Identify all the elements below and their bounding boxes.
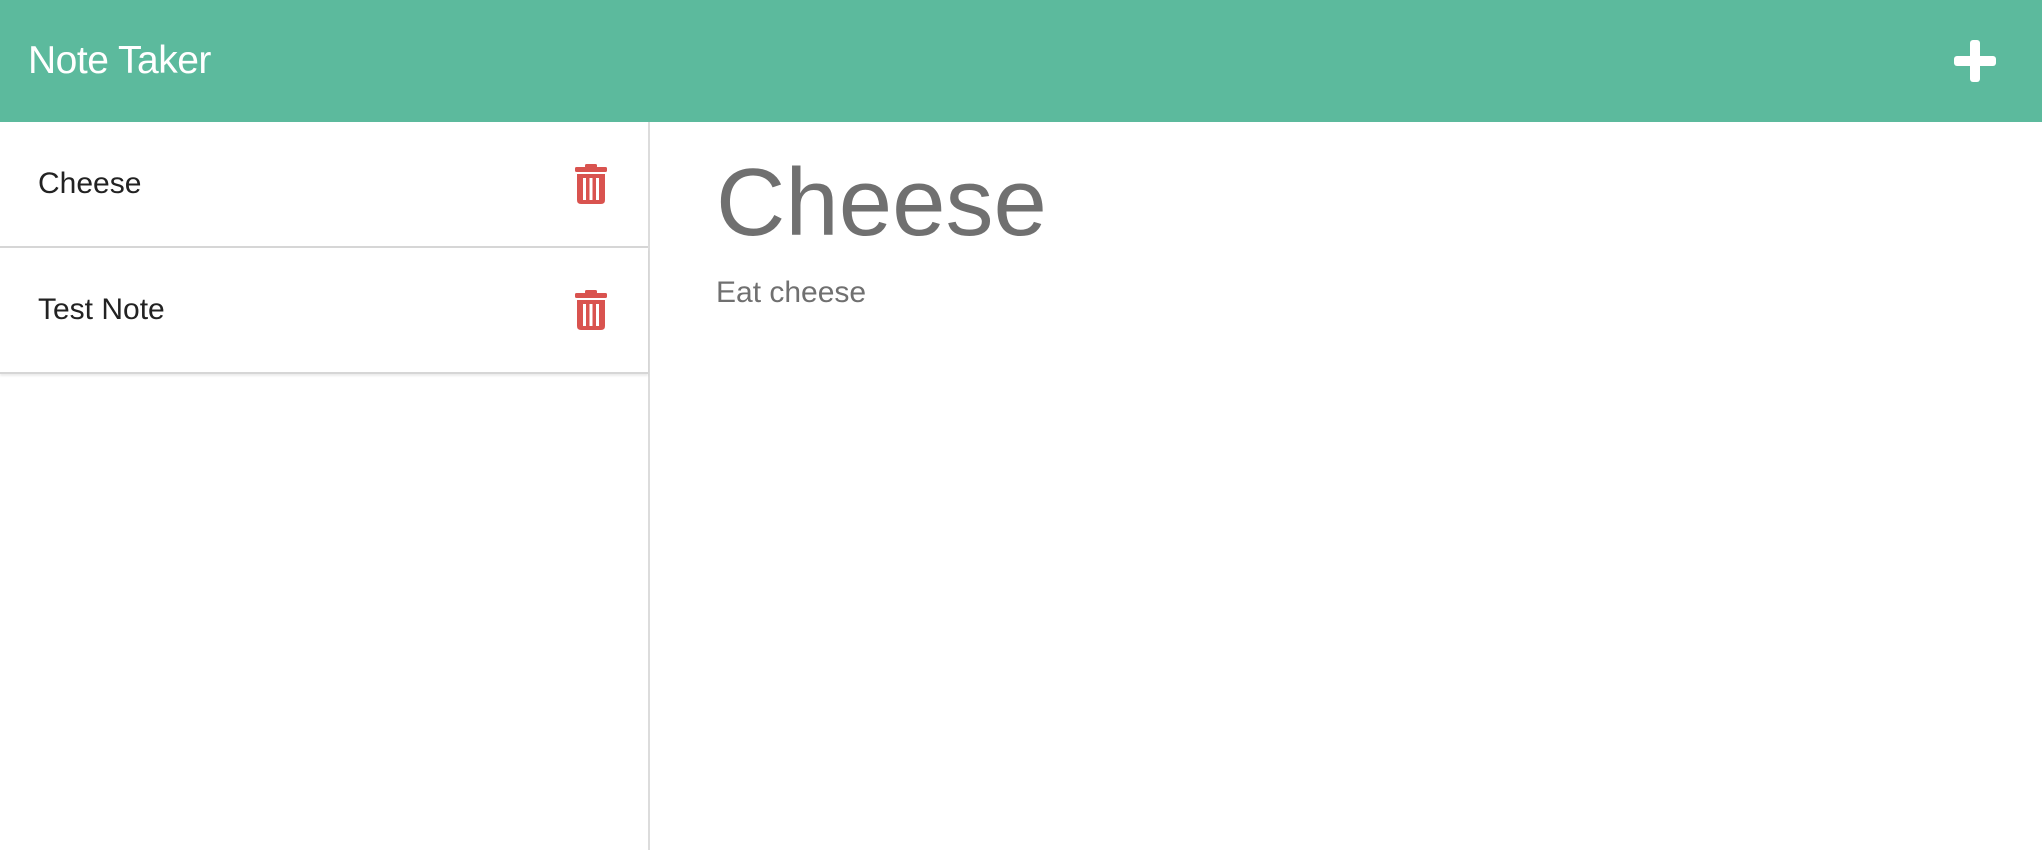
note-text-field[interactable]: Eat cheese — [716, 276, 1916, 310]
note-title[interactable]: Test Note — [38, 293, 165, 327]
delete-note-button[interactable] — [574, 164, 608, 204]
delete-note-button[interactable] — [574, 290, 608, 330]
trash-icon — [575, 290, 607, 330]
new-note-button[interactable] — [1952, 38, 1998, 84]
plus-icon — [1954, 40, 1996, 82]
list-item-cheese[interactable]: Cheese — [0, 122, 648, 248]
note-title-field[interactable]: Cheese — [716, 148, 1916, 258]
note-editor: Cheese Eat cheese — [652, 122, 2042, 850]
list-item-test-note[interactable]: Test Note — [0, 248, 648, 374]
app-title[interactable]: Note Taker — [28, 39, 211, 83]
note-list: Cheese Test Note — [0, 122, 648, 374]
trash-icon — [575, 164, 607, 204]
note-title[interactable]: Cheese — [38, 167, 141, 201]
navbar: Note Taker — [0, 0, 2042, 122]
notes-sidebar: Cheese Test Note — [0, 122, 650, 850]
